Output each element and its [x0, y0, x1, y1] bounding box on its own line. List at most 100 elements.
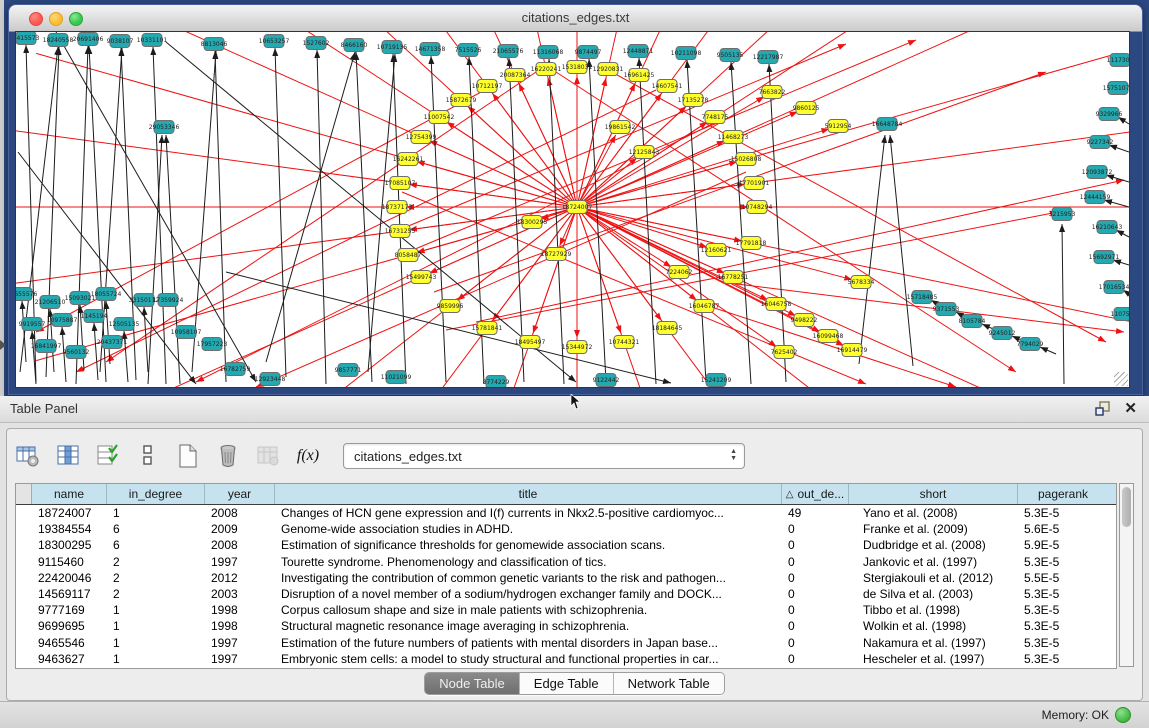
close-panel-icon[interactable]: ✕	[1124, 399, 1137, 417]
graph-node[interactable]: 16961425	[624, 69, 655, 82]
black-edge[interactable]	[1118, 117, 1129, 124]
red-edge[interactable]	[289, 207, 577, 387]
black-edge[interactable]	[393, 54, 406, 384]
graph-node[interactable]: 17701901	[739, 177, 770, 190]
red-edge[interactable]	[696, 302, 956, 387]
graph-node[interactable]: 15692971	[1089, 251, 1120, 264]
column-header-name[interactable]: name	[32, 484, 107, 504]
red-edge[interactable]	[577, 32, 1019, 207]
graph-node[interactable]: 10719135	[377, 41, 408, 54]
graph-node[interactable]: 18055724	[91, 288, 122, 301]
graph-node[interactable]: 12920831	[593, 63, 624, 76]
graph-node[interactable]: 8813046	[201, 38, 228, 51]
graph-node[interactable]: 10712197	[472, 80, 503, 93]
graph-node[interactable]: 12923448	[255, 373, 286, 386]
graph-node[interactable]: 12160621	[701, 244, 732, 257]
column-header-short[interactable]: short	[849, 484, 1018, 504]
graph-node[interactable]: 7625402	[771, 346, 798, 359]
graph-node[interactable]: 17085107	[385, 177, 416, 190]
black-edge[interactable]	[166, 135, 180, 384]
panel-collapse-arrow-icon[interactable]	[0, 340, 6, 350]
graph-node[interactable]: 9498222	[791, 314, 818, 327]
black-edge[interactable]	[1116, 230, 1129, 237]
red-edge[interactable]	[577, 207, 671, 267]
graph-node[interactable]: 11316068	[533, 46, 564, 59]
graph-node[interactable]: 9329966	[1096, 108, 1123, 121]
table-row[interactable]: 1830029562008Estimation of significance …	[16, 537, 1116, 553]
table-row[interactable]: 1872400712008Changes of HCN gene express…	[16, 505, 1116, 521]
black-edge[interactable]	[1104, 200, 1129, 207]
graph-node[interactable]: 18184645	[652, 322, 683, 335]
graph-node[interactable]: 21065576	[493, 45, 524, 58]
graph-node[interactable]: 15026808	[731, 153, 762, 166]
graph-node[interactable]: 9245012	[989, 327, 1016, 340]
graph-node[interactable]: 9505135	[717, 49, 744, 62]
black-edge[interactable]	[1109, 145, 1129, 152]
graph-node[interactable]: 10653257	[259, 35, 290, 48]
black-edge[interactable]	[356, 52, 372, 382]
float-panel-icon[interactable]	[1095, 401, 1111, 417]
black-edge[interactable]	[26, 45, 36, 382]
graph-node[interactable]: 5678334	[848, 276, 875, 289]
graph-node[interactable]: 18300295	[517, 216, 548, 229]
black-edge[interactable]	[89, 46, 106, 382]
table-select-rows-icon[interactable]	[95, 443, 121, 469]
graph-node[interactable]: 9122442	[593, 374, 620, 387]
graph-node[interactable]: 1527602	[303, 37, 330, 50]
graph-node[interactable]: 17135278	[678, 94, 709, 107]
red-edge[interactable]	[78, 32, 577, 207]
graph-node[interactable]: 29053346	[149, 121, 180, 134]
red-edge[interactable]	[256, 172, 746, 387]
black-edge[interactable]	[1062, 224, 1064, 384]
graph-node[interactable]: 11007542	[424, 111, 455, 124]
graph-node[interactable]: 1145194	[81, 310, 108, 323]
graph-node[interactable]: 11021099	[381, 371, 412, 384]
graph-node[interactable]: 8105784	[959, 315, 986, 328]
column-header-year[interactable]: year	[205, 484, 275, 504]
graph-node[interactable]: 7224062	[666, 266, 693, 279]
black-edge[interactable]	[226, 272, 671, 383]
red-edge[interactable]	[478, 32, 577, 207]
graph-node[interactable]: 16046787	[689, 300, 720, 313]
graph-node[interactable]: 9919557	[19, 318, 46, 331]
table-selector-dropdown[interactable]: citations_edges.txt ▲▼	[343, 443, 745, 469]
graph-node[interactable]: 15872679	[446, 94, 477, 107]
new-table-icon[interactable]	[175, 443, 201, 469]
graph-node[interactable]: 8466160	[341, 39, 368, 52]
black-edge[interactable]	[215, 51, 226, 382]
table-row[interactable]: 977716911998Corpus callosum shape and si…	[16, 602, 1116, 618]
table-column-icon[interactable]	[55, 443, 81, 469]
scrollbar-thumb[interactable]	[1122, 487, 1131, 527]
graph-node[interactable]: 9859996	[437, 300, 464, 313]
graph-node[interactable]: 1107533	[1111, 308, 1129, 321]
black-edge[interactable]	[148, 135, 162, 384]
black-edge[interactable]	[687, 60, 706, 382]
graph-node[interactable]: 5912954	[825, 120, 852, 133]
table-row[interactable]: 911546021997Tourette syndrome. Phenomeno…	[16, 554, 1116, 570]
graph-node[interactable]: 7794029	[1017, 338, 1044, 351]
graph-node[interactable]: 15751074	[1103, 82, 1129, 95]
graph-node[interactable]: 10744321	[609, 336, 640, 349]
row-height-icon[interactable]	[135, 443, 161, 469]
graph-node[interactable]: 7748175	[702, 111, 729, 124]
function-builder-icon[interactable]: f(x)	[295, 443, 321, 469]
column-header-pagerank[interactable]: pagerank	[1018, 484, 1108, 504]
graph-node[interactable]: 9560132	[63, 346, 90, 359]
black-edge[interactable]	[275, 48, 286, 377]
graph-node[interactable]: 9874497	[575, 46, 602, 59]
graph-node[interactable]: 15781841	[472, 322, 503, 335]
black-edge[interactable]	[94, 323, 98, 380]
graph-node[interactable]: 16731255	[385, 225, 416, 238]
graph-node[interactable]: 16046758	[761, 298, 792, 311]
table-row[interactable]: 946362711997Embryonic stem cells: a mode…	[16, 651, 1116, 667]
graph-node[interactable]: 17957223	[197, 338, 228, 351]
graph-node[interactable]: 12448871	[623, 45, 654, 58]
graph-node[interactable]: 20691406	[73, 33, 104, 46]
tab-node-table[interactable]: Node Table	[425, 673, 520, 694]
red-edge[interactable]	[417, 207, 577, 253]
column-header-in-degree[interactable]: in_degree	[107, 484, 205, 504]
graph-node[interactable]: 9415573	[16, 32, 40, 45]
graph-node[interactable]: 8774229	[483, 376, 510, 388]
graph-node[interactable]: 9860125	[793, 102, 820, 115]
table-row[interactable]: 2242004622012Investigating the contribut…	[16, 570, 1116, 586]
